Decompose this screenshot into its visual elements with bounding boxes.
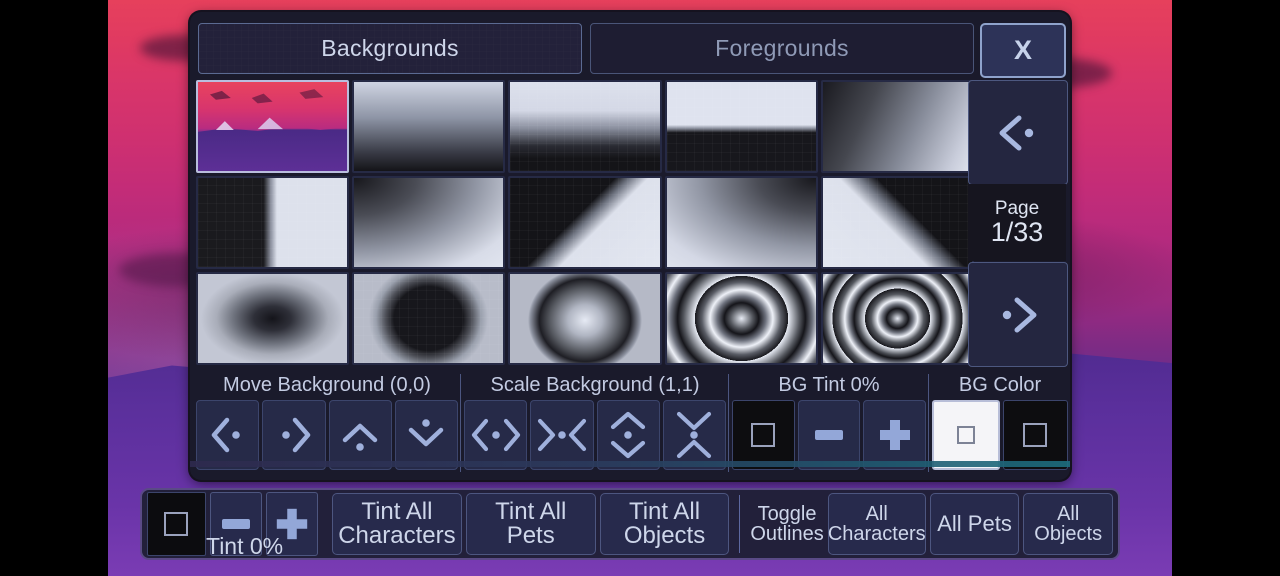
move-left-button[interactable] [196,400,260,470]
bg-tint-group: BG Tint 0% [732,370,927,475]
control-divider [728,374,729,472]
screen: Backgrounds Foregrounds X Page 1/33 Move… [0,0,1280,576]
tint-all-characters-button[interactable]: Tint All Characters [332,493,462,555]
outline-all-characters-line2: Characters [827,523,926,545]
tab-bar: Backgrounds Foregrounds [198,23,974,74]
bg-color-group: BG Color [932,370,1068,475]
minus-icon [815,430,843,440]
tint-all-pets-button[interactable]: Tint All Pets [465,493,596,555]
page-value: 1/33 [990,217,1044,247]
thumbnail-radial-dark-center-soft[interactable] [196,272,350,365]
chevron-left-dot-icon [999,115,1034,150]
page-navigation: Page 1/33 [968,80,1068,367]
tint-all-pets-line2: Pets [506,522,555,549]
page-indicator: Page 1/33 [968,184,1066,261]
thumbnail-horizon-split[interactable] [664,80,818,173]
move-down-button[interactable] [394,400,458,470]
thumbnail-concentric-rings-three[interactable] [820,272,974,365]
outline-all-characters-line1: All [865,502,888,525]
move-background-title: Move Background (0,0) [223,373,431,396]
tab-backgrounds[interactable]: Backgrounds [198,23,582,74]
outline-all-pets-button[interactable]: All Pets [929,493,1020,555]
scale-background-title: Scale Background (1,1) [490,373,700,396]
tint-percentage-label: Tint 0% [206,533,284,559]
thumbnail-vertical-gradient-light-top[interactable] [352,80,506,173]
toggle-outlines-label: Toggle Outlines [750,494,823,554]
outline-all-objects-button[interactable]: All Objects [1023,493,1113,555]
bg-tint-title: BG Tint 0% [778,373,880,396]
control-divider [928,374,929,472]
bg-color-black-chip [1023,423,1048,447]
tint-all-pets-line1: Tint All [495,497,567,525]
expand-horizontal-icon [471,418,520,452]
chevron-up-dot-icon [342,423,378,451]
tint-all-characters-line2: Characters [338,522,456,549]
tint-toolbar: Tint All Characters Tint All Pets Tint A… [140,488,1120,560]
thumbnail-scenic-sunset-mountains[interactable] [196,80,350,173]
bg-color-white-swatch[interactable] [932,400,1000,470]
scale-background-group: Scale Background (1,1) [464,370,726,475]
page-label: Page [994,198,1040,219]
thumbnail-corner-gradient-dark-topright[interactable] [664,176,818,269]
control-divider [460,374,461,472]
tint-all-characters-line1: Tint All [361,497,433,525]
background-controls: Move Background (0,0) Scale Background (… [196,370,1068,475]
bg-tint-chip [751,423,776,447]
previous-page-button[interactable] [968,80,1068,185]
shrink-vertical-icon [677,411,712,459]
outline-all-objects-line2: Objects [1034,523,1103,545]
toolbar-divider [739,495,741,553]
move-background-group: Move Background (0,0) [196,370,458,475]
bg-tint-increase-button[interactable] [863,400,927,470]
outline-all-objects-line1: All [1057,502,1080,525]
close-icon: X [1013,35,1032,65]
bg-color-white-chip [956,426,975,444]
expand-vertical-icon [611,411,646,459]
tint-swatch-chip [164,512,189,536]
tint-swatch[interactable] [147,492,206,556]
thumbnail-diagonal-wedge-dark-top[interactable] [508,176,662,269]
toggle-outlines-line2: Outlines [750,523,824,545]
move-up-button[interactable] [328,400,392,470]
outline-all-pets-label: All Pets [937,510,1012,536]
thumbnail-concentric-rings-two[interactable] [664,272,818,365]
tab-foregrounds[interactable]: Foregrounds [590,23,974,74]
tint-all-objects-button[interactable]: Tint All Objects [599,493,730,555]
scale-expand-vertical-button[interactable] [596,400,660,470]
toggle-outlines-line1: Toggle [757,502,817,525]
close-button[interactable]: X [980,23,1066,78]
move-right-button[interactable] [262,400,326,470]
background-thumbnail-grid [196,80,974,365]
bg-color-title: BG Color [958,373,1042,396]
thumbnail-corner-gradient-dark-topleft[interactable] [352,176,506,269]
thumbnail-radial-light-center[interactable] [508,272,662,365]
shrink-horizontal-icon [537,418,586,452]
outline-all-characters-button[interactable]: All Characters [827,493,926,555]
thumbnail-vertical-gradient-sharp[interactable] [508,80,662,173]
chevron-down-dot-icon [409,419,444,447]
plus-icon [879,420,910,450]
bg-tint-swatch[interactable] [732,400,795,470]
tint-all-objects-line1: Tint All [628,497,701,525]
thumbnail-vertical-split-half[interactable] [196,176,350,269]
thumbnail-radial-dark-ellipse[interactable] [352,272,506,365]
minus-icon [221,519,250,529]
scale-shrink-vertical-button[interactable] [662,400,726,470]
bg-color-black-swatch[interactable] [1002,400,1068,470]
next-page-button[interactable] [968,262,1068,367]
thumbnail-diagonal-wedge-dark-right[interactable] [820,176,974,269]
dialog-bottom-accent [190,467,1070,480]
chevron-right-dot-icon [1002,297,1037,332]
chevron-left-dot-icon [211,417,240,453]
background-picker-dialog: Backgrounds Foregrounds X Page 1/33 Move… [190,12,1070,480]
scale-expand-horizontal-button[interactable] [464,400,528,470]
chevron-right-dot-icon [282,417,311,453]
tint-all-objects-line2: Objects [623,522,706,549]
scale-shrink-horizontal-button[interactable] [530,400,594,470]
thumbnail-diagonal-gradient-dark-left[interactable] [820,80,974,173]
bg-tint-decrease-button[interactable] [797,400,861,470]
